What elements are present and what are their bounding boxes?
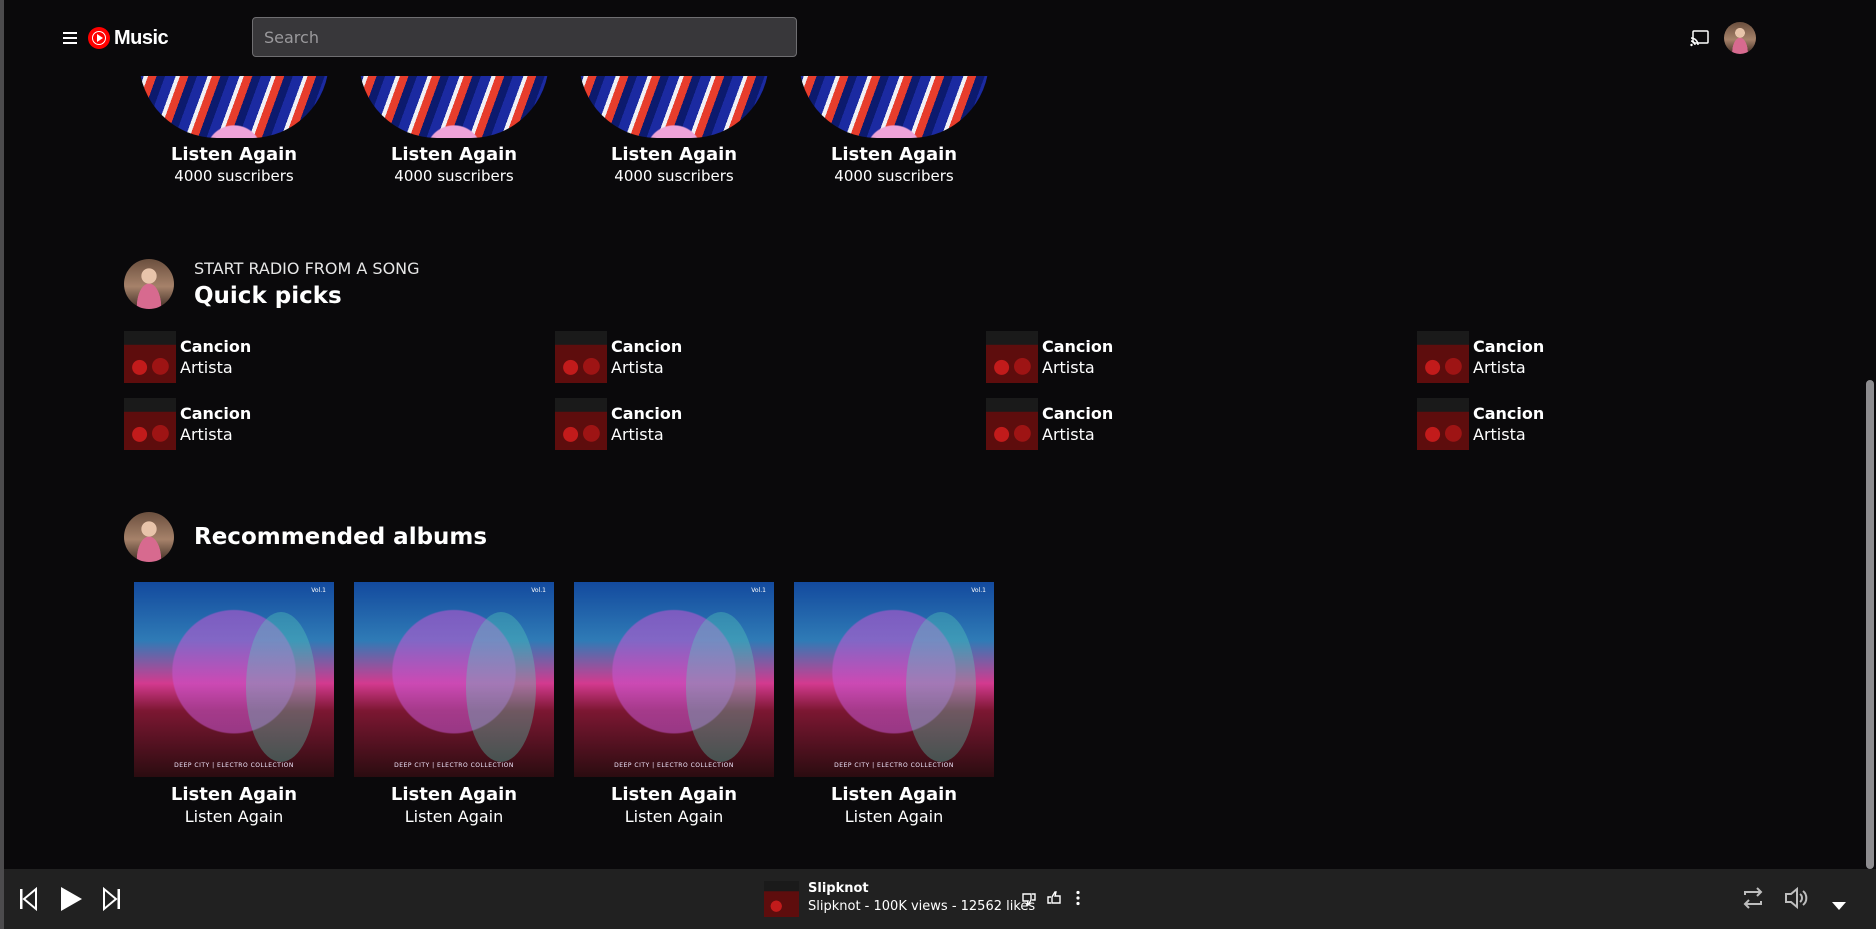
song-title: Cancion [180, 403, 252, 423]
cover-caption: DEEP CITY | ELECTRO COLLECTION [174, 762, 294, 769]
quick-pick-item[interactable]: Cancion Artista [555, 331, 935, 383]
player-bar: Slipknot Slipknot - 100K views - 12562 l… [4, 869, 1876, 929]
album-title: Listen Again [610, 784, 738, 805]
song-thumbnail [124, 398, 176, 450]
menu-icon[interactable] [58, 26, 82, 50]
logo-play-icon [88, 27, 110, 49]
song-thumbnail [1417, 331, 1469, 383]
song-thumbnail [986, 331, 1038, 383]
cover-volume: Vol.1 [971, 587, 986, 594]
song-artist: Artista [180, 424, 233, 444]
album-cover: Vol.1 DEEP CITY | ELECTRO COLLECTION [134, 582, 334, 777]
album-subtitle: Listen Again [404, 807, 504, 826]
listen-again-card[interactable]: Listen Again 4000 suscribers [794, 60, 994, 186]
album-subtitle: Listen Again [624, 807, 724, 826]
more-vert-icon[interactable] [1075, 890, 1081, 910]
album-subtitle: Listen Again [844, 807, 944, 826]
album-card[interactable]: Vol.1 DEEP CITY | ELECTRO COLLECTION List… [574, 582, 774, 828]
album-cover: Vol.1 DEEP CITY | ELECTRO COLLECTION [354, 582, 554, 777]
quick-pick-item[interactable]: Cancion Artista [124, 331, 504, 383]
song-artist: Artista [611, 424, 664, 444]
song-artist: Artista [1473, 424, 1526, 444]
song-title: Cancion [1042, 403, 1114, 423]
cover-volume: Vol.1 [311, 587, 326, 594]
song-title: Cancion [180, 336, 252, 356]
section-avatar [124, 512, 174, 562]
volume-icon[interactable] [1784, 886, 1810, 914]
card-title: Listen Again [610, 144, 738, 165]
album-title: Listen Again [830, 784, 958, 805]
song-title: Cancion [1473, 336, 1545, 356]
album-title: Listen Again [170, 784, 298, 805]
song-thumbnail [1417, 398, 1469, 450]
card-title: Listen Again [830, 144, 958, 165]
card-title: Listen Again [390, 144, 518, 165]
quick-pick-item[interactable]: Cancion Artista [124, 398, 504, 450]
listen-again-card[interactable]: Listen Again 4000 suscribers [134, 60, 334, 186]
now-playing-thumbnail[interactable] [764, 881, 799, 917]
song-thumbnail [124, 331, 176, 383]
quick-pick-item[interactable]: Cancion Artista [1417, 331, 1797, 383]
top-header: Music [4, 0, 1864, 76]
album-card[interactable]: Vol.1 DEEP CITY | ELECTRO COLLECTION List… [354, 582, 554, 828]
quick-picks-title[interactable]: Quick picks [194, 283, 342, 309]
account-avatar[interactable] [1724, 22, 1756, 54]
cover-caption: DEEP CITY | ELECTRO COLLECTION [614, 762, 734, 769]
card-subtitle: 4000 suscribers [394, 167, 514, 185]
song-thumbnail [986, 398, 1038, 450]
song-artist: Artista [1042, 357, 1095, 377]
recommended-albums-title[interactable]: Recommended albums [194, 524, 487, 550]
quick-pick-item[interactable]: Cancion Artista [986, 398, 1366, 450]
cover-caption: DEEP CITY | ELECTRO COLLECTION [834, 762, 954, 769]
skip-next-icon[interactable] [102, 886, 122, 915]
listen-again-card[interactable]: Listen Again 4000 suscribers [354, 60, 554, 186]
cover-volume: Vol.1 [751, 587, 766, 594]
cast-icon[interactable] [1690, 29, 1710, 47]
song-title: Cancion [1042, 336, 1114, 356]
quick-pick-item[interactable]: Cancion Artista [986, 331, 1366, 383]
card-title: Listen Again [170, 144, 298, 165]
card-subtitle: 4000 suscribers [834, 167, 954, 185]
song-title: Cancion [1473, 403, 1545, 423]
window-edge [0, 0, 4, 929]
song-title: Cancion [611, 336, 683, 356]
song-artist: Artista [1042, 424, 1095, 444]
song-thumbnail [555, 331, 607, 383]
album-card[interactable]: Vol.1 DEEP CITY | ELECTRO COLLECTION List… [794, 582, 994, 828]
section-avatar [124, 259, 174, 309]
song-thumbnail [555, 398, 607, 450]
skip-previous-icon[interactable] [18, 886, 38, 915]
cover-caption: DEEP CITY | ELECTRO COLLECTION [394, 762, 514, 769]
cover-volume: Vol.1 [531, 587, 546, 594]
app-name: Music [114, 26, 169, 49]
now-playing-meta: Slipknot - 100K views - 12562 likes [808, 899, 1036, 914]
album-subtitle: Listen Again [184, 807, 284, 826]
thumbs-down-icon[interactable] [1022, 891, 1036, 910]
quick-pick-item[interactable]: Cancion Artista [555, 398, 935, 450]
card-subtitle: 4000 suscribers [614, 167, 734, 185]
expand-icon[interactable] [1832, 895, 1846, 914]
card-subtitle: 4000 suscribers [174, 167, 294, 185]
repeat-icon[interactable] [1740, 885, 1766, 915]
album-card[interactable]: Vol.1 DEEP CITY | ELECTRO COLLECTION List… [134, 582, 334, 828]
song-artist: Artista [1473, 357, 1526, 377]
now-playing-title[interactable]: Slipknot [808, 881, 869, 896]
search-input[interactable] [252, 17, 797, 57]
album-cover: Vol.1 DEEP CITY | ELECTRO COLLECTION [574, 582, 774, 777]
song-artist: Artista [611, 357, 664, 377]
thumbs-up-icon[interactable] [1047, 890, 1061, 909]
play-icon[interactable] [58, 885, 84, 917]
scrollbar-thumb[interactable] [1866, 380, 1874, 869]
album-cover: Vol.1 DEEP CITY | ELECTRO COLLECTION [794, 582, 994, 777]
quick-pick-item[interactable]: Cancion Artista [1417, 398, 1797, 450]
youtube-music-logo[interactable]: Music [88, 25, 169, 51]
song-title: Cancion [611, 403, 683, 423]
listen-again-card[interactable]: Listen Again 4000 suscribers [574, 60, 774, 186]
song-artist: Artista [180, 357, 233, 377]
album-title: Listen Again [390, 784, 518, 805]
section-kicker: START RADIO FROM A SONG [194, 259, 420, 278]
